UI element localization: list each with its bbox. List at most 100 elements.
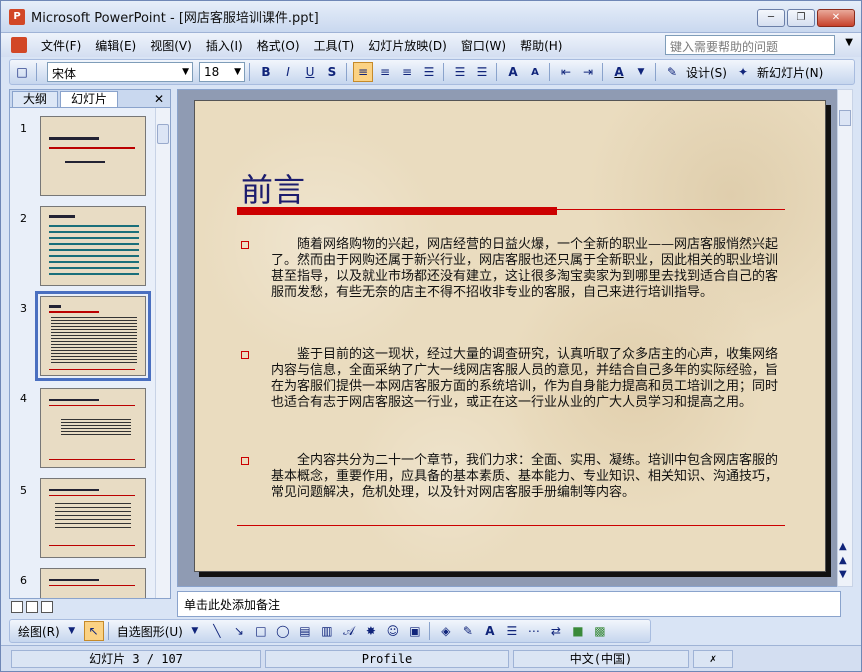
scrollbar-thumb[interactable] [157,124,169,144]
notes-pane[interactable]: 单击此处添加备注 [177,591,841,617]
thumbnail-text [61,419,131,435]
title-bar: P Microsoft PowerPoint - [网店客服培训课件.ppt] … [1,1,861,33]
slide-thumbnail-list: 1 2 3 4 5 6 [10,108,156,598]
slide-paragraph[interactable]: 随着网络购物的兴起，网店经营的日益火爆，一个全新的职业——网店客服悄然兴起了。然… [271,237,779,301]
textbox-icon[interactable]: ▤ [295,621,315,641]
design-button[interactable]: 设计(S) [686,64,727,81]
powerpoint-icon[interactable]: P [9,8,25,25]
justify-icon[interactable]: ☰ [419,62,439,82]
help-search-input[interactable]: 键入需要帮助的问题 [665,35,835,55]
shadow-style-icon[interactable]: ■ [568,621,588,641]
arrow-style-icon[interactable]: ⇄ [546,621,566,641]
restore-button[interactable]: ❐ [787,9,815,27]
slide-sorter-icon[interactable] [26,601,38,613]
menu-edit[interactable]: 编辑(E) [95,37,136,54]
thumbnail-scrollbar[interactable] [155,108,170,598]
pane-tabs: 大纲 幻灯片 ✕ [10,90,170,108]
slide-thumbnail-4[interactable] [40,388,146,468]
spelling-status-icon[interactable]: ✗ [693,649,733,668]
numbered-list-icon[interactable]: ☰ [450,62,470,82]
font-color-button[interactable]: A [609,62,629,82]
font-size-select[interactable]: 18 ▼ [199,62,245,82]
clipart-icon[interactable]: ☺ [383,621,403,641]
thumbnail-text [55,503,131,531]
chevron-down-icon[interactable]: ▼ [182,67,189,77]
align-right-icon[interactable]: ≡ [397,62,417,82]
menu-slideshow[interactable]: 幻灯片放映(D) [368,37,447,54]
chevron-down-icon[interactable]: ▼ [845,37,853,48]
bulleted-list-icon[interactable]: ☰ [472,62,492,82]
shadow-button[interactable]: S [322,62,342,82]
design-icon[interactable]: ✎ [662,62,682,82]
thumbnail-rule [49,369,135,370]
align-center-icon[interactable]: ≡ [375,62,395,82]
draw-menu-button[interactable]: 绘图(R) [18,623,60,640]
font-name-select[interactable]: 宋体 ▼ [47,62,193,82]
slide-paragraph[interactable]: 全内容共分为二十一个章节，我们力求：全面、实用、凝练。培训中包含网店客服的基本概… [271,453,779,501]
line-style-icon[interactable]: ☰ [502,621,522,641]
menu-file[interactable]: 文件(F) [41,37,81,54]
slide-nav-arrows[interactable]: ▲ ▲ ▼ [839,540,847,582]
chevron-down-icon[interactable]: ▼ [234,67,241,77]
minimize-button[interactable]: ─ [757,9,785,27]
diagram-icon[interactable]: ✸ [361,621,381,641]
toolbar-separator [496,63,497,81]
dash-style-icon[interactable]: ⋯ [524,621,544,641]
underline-button[interactable]: U [300,62,320,82]
toolbar-separator [36,63,37,81]
font-grow-button[interactable]: A [503,62,523,82]
menu-insert[interactable]: 插入(I) [206,37,243,54]
menu-view[interactable]: 视图(V) [150,37,192,54]
menu-help[interactable]: 帮助(H) [520,37,562,54]
slideshow-icon[interactable] [41,601,53,613]
line-color-icon[interactable]: ✎ [458,621,478,641]
slide-paragraph[interactable]: 鉴于目前的这一现状，经过大量的调查研究，认真听取了众多店主的心声，收集网络内容与… [271,347,779,411]
bold-button[interactable]: B [256,62,276,82]
menu-bar: 文件(F) 编辑(E) 视图(V) 插入(I) 格式(O) 工具(T) 幻灯片放… [1,33,861,57]
italic-button[interactable]: I [278,62,298,82]
slide-editing-area: 前言 随着网络购物的兴起，网店经营的日益火爆，一个全新的职业——网店客服悄然兴起… [177,89,841,587]
line-icon[interactable]: ╲ [207,621,227,641]
slide-thumbnail-3[interactable] [35,291,151,381]
toolbar-separator [443,63,444,81]
select-objects-icon[interactable]: ↖ [83,621,104,641]
align-left-icon[interactable]: ≡ [353,62,373,82]
3d-style-icon[interactable]: ▩ [590,621,610,641]
increase-indent-icon[interactable]: ⇥ [578,62,598,82]
vertical-textbox-icon[interactable]: ▥ [317,621,337,641]
new-slide-icon[interactable]: ✦ [733,62,753,82]
new-slide-button[interactable]: 新幻灯片(N) [757,64,823,81]
slide-scrollbar[interactable]: ▲ ▲ ▼ [837,89,853,587]
autoshapes-button[interactable]: 自选图形(U) [117,623,183,640]
slide-thumbnail-1[interactable] [40,116,146,196]
menu-tools[interactable]: 工具(T) [314,37,355,54]
close-button[interactable]: ✕ [817,9,855,27]
rectangle-icon[interactable]: □ [251,621,271,641]
scrollbar-thumb[interactable] [839,110,851,126]
slide-thumbnail-6[interactable] [40,568,146,598]
menu-window[interactable]: 窗口(W) [461,37,506,54]
thumbnail-rule [49,585,135,586]
slide-thumbnail-5[interactable] [40,478,146,558]
document-icon[interactable] [11,37,27,53]
font-color-icon[interactable]: A [480,621,500,641]
font-shrink-button[interactable]: A [525,62,545,82]
slide-thumbnail-2[interactable] [40,206,146,286]
close-icon[interactable]: ✕ [154,91,164,107]
slide-title[interactable]: 前言 [241,165,305,211]
chevron-down-icon[interactable]: ▼ [631,62,651,82]
chevron-down-icon[interactable]: ▼ [185,621,205,641]
tab-outline[interactable]: 大纲 [12,91,59,107]
fill-color-icon[interactable]: ◈ [436,621,456,641]
arrow-icon[interactable]: ↘ [229,621,249,641]
normal-view-icon[interactable] [11,601,23,613]
current-slide[interactable]: 前言 随着网络购物的兴起，网店经营的日益火爆，一个全新的职业——网店客服悄然兴起… [194,100,826,572]
oval-icon[interactable]: ◯ [273,621,293,641]
menu-format[interactable]: 格式(O) [257,37,300,54]
new-document-icon[interactable]: □ [12,62,32,82]
tab-slides[interactable]: 幻灯片 [60,91,119,107]
wordart-icon[interactable]: 𝒜 [339,621,359,641]
picture-icon[interactable]: ▣ [405,621,425,641]
chevron-down-icon[interactable]: ▼ [62,621,82,641]
decrease-indent-icon[interactable]: ⇤ [556,62,576,82]
